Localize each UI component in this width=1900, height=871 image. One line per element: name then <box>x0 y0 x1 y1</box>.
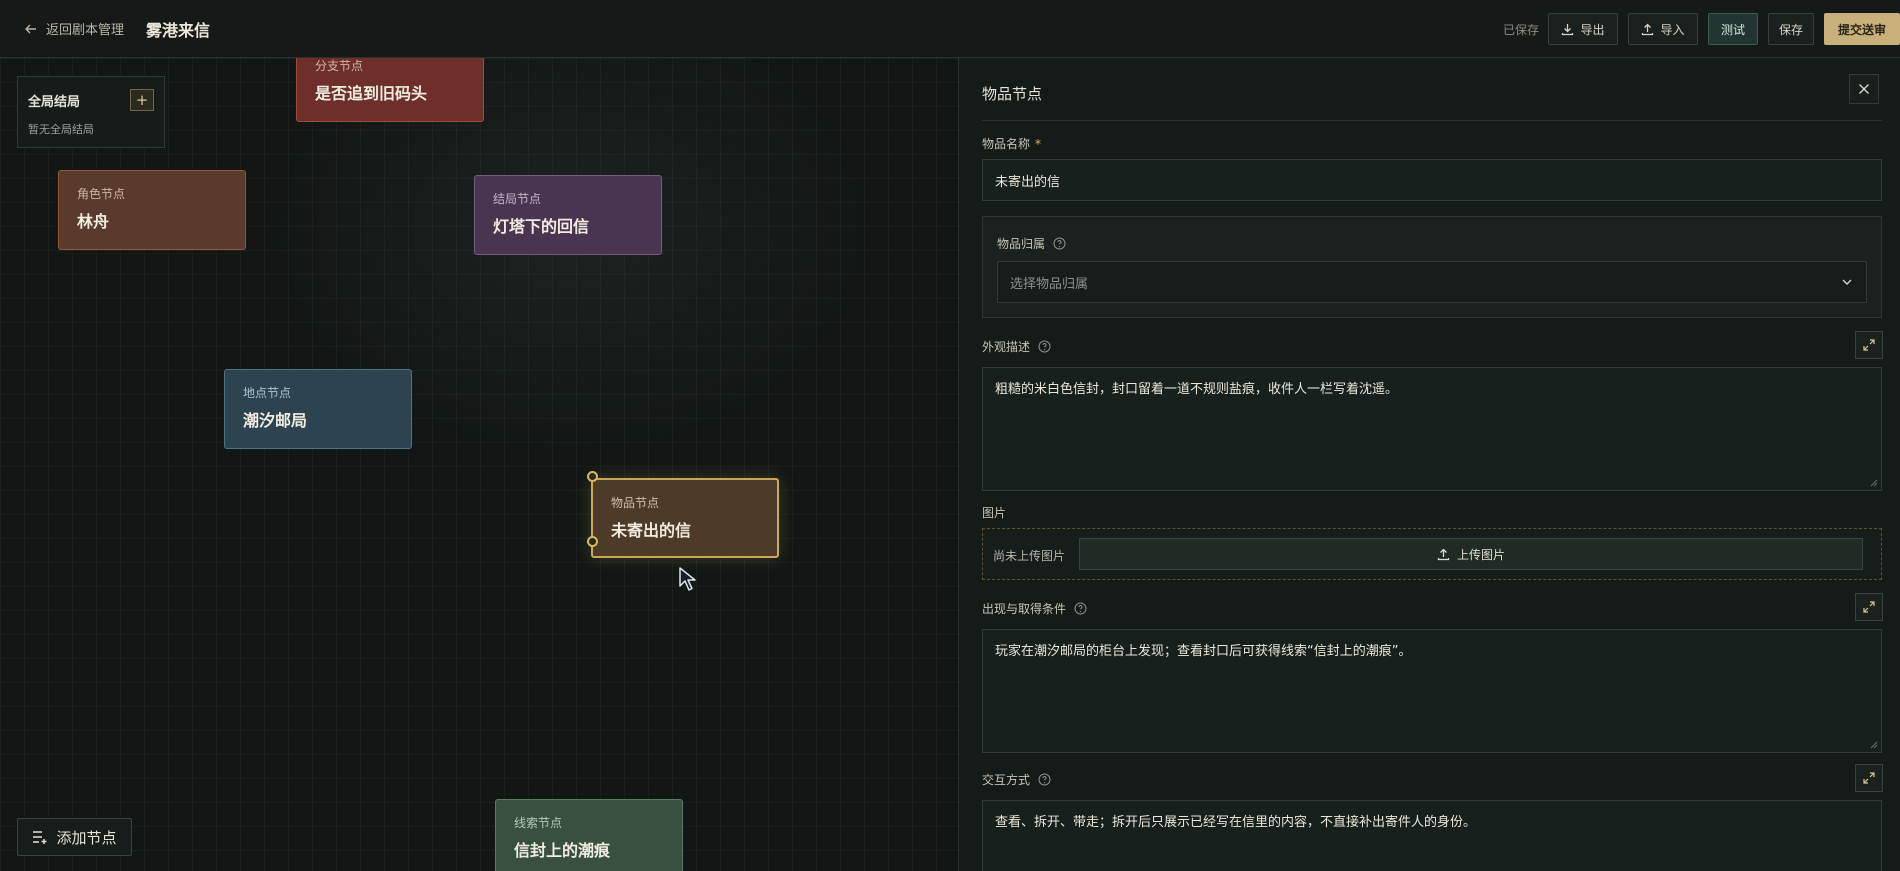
list-add-icon <box>33 831 47 844</box>
export-button[interactable]: 导出 <box>1548 13 1618 45</box>
close-icon <box>1859 84 1869 94</box>
node-clue[interactable]: 线索节点 信封上的潮痕 <box>495 799 683 871</box>
node-character[interactable]: 角色节点 林舟 <box>58 170 246 250</box>
item-owner-label-text: 物品归属 <box>997 237 1046 251</box>
node-name: 是否追到旧码头 <box>315 84 428 103</box>
node-location[interactable]: 地点节点 潮汐邮局 <box>224 369 412 449</box>
add-node-button[interactable]: 添加节点 <box>17 818 132 856</box>
node-type-label: 分支节点 <box>315 59 364 73</box>
back-link-label: 返回剧本管理 <box>46 23 125 38</box>
node-name: 灯塔下的回信 <box>493 217 590 236</box>
mouse-cursor-icon <box>679 567 696 591</box>
upload-image-label: 上传图片 <box>1456 547 1505 562</box>
close-panel-button[interactable] <box>1849 74 1879 104</box>
image-label-text: 图片 <box>982 506 1007 520</box>
help-icon[interactable] <box>1038 773 1051 786</box>
panel-header-divider <box>982 120 1882 121</box>
back-to-script-management-link[interactable]: 返回剧本管理 <box>24 19 124 38</box>
upload-image-button[interactable]: 上传图片 <box>1079 538 1863 570</box>
item-name-label: 物品名称 * <box>982 135 1041 152</box>
node-resize-handle-top-left[interactable] <box>587 471 598 482</box>
node-type-label: 结局节点 <box>493 192 542 206</box>
required-mark: * <box>1035 136 1042 151</box>
submit-review-button[interactable]: 提交送审 <box>1824 13 1900 45</box>
expand-icon <box>1863 772 1875 784</box>
node-name: 林舟 <box>77 212 110 231</box>
expand-icon <box>1863 601 1875 613</box>
expand-icon <box>1863 339 1875 351</box>
image-label: 图片 <box>982 504 1006 521</box>
interaction-value: 查看、拆开、带走；拆开后只展示已经写在信里的内容，不直接补出寄件人的身份。 <box>995 815 1477 830</box>
panel-title: 物品节点 <box>982 85 1043 103</box>
top-bar: 返回剧本管理 雾港来信 已保存 导出 导入 测试 保存 提交送审 <box>0 0 1900 58</box>
node-resize-handle-bottom-left[interactable] <box>587 536 598 547</box>
appearance-textarea[interactable]: 粗糙的米白色信封，封口留着一道不规则盐痕，收件人一栏写着沈遥。 <box>982 367 1882 491</box>
chevron-down-icon <box>1842 279 1852 285</box>
item-owner-placeholder: 选择物品归属 <box>1010 276 1089 292</box>
help-icon[interactable] <box>1038 340 1051 353</box>
node-name: 潮汐邮局 <box>243 411 308 430</box>
expand-appearance-button[interactable] <box>1855 331 1883 359</box>
appearance-value: 粗糙的米白色信封，封口留着一道不规则盐痕，收件人一栏写着沈遥。 <box>995 382 1399 397</box>
upload-icon <box>1437 548 1450 560</box>
interaction-label-text: 交互方式 <box>982 773 1031 787</box>
node-type-label: 线索节点 <box>514 816 563 830</box>
arrow-left-icon <box>25 24 36 33</box>
resize-grip-icon[interactable] <box>1870 741 1878 749</box>
node-name: 信封上的潮痕 <box>514 841 611 860</box>
node-canvas[interactable]: 全局结局 + 暂无全局结局 分支节点 是否追到旧码头 角色节点 林舟 结局节点 … <box>0 58 958 871</box>
node-type-label: 地点节点 <box>243 386 292 400</box>
global-endings-empty-text: 暂无全局结局 <box>28 123 94 136</box>
help-icon[interactable] <box>1053 237 1066 250</box>
appearance-label: 外观描述 <box>982 338 1051 355</box>
save-button[interactable]: 保存 <box>1768 13 1814 45</box>
add-node-label: 添加节点 <box>56 828 117 847</box>
global-endings-title: 全局结局 <box>28 95 81 110</box>
no-image-text: 尚未上传图片 <box>993 549 1066 563</box>
image-upload-area: 尚未上传图片 上传图片 <box>982 528 1882 580</box>
node-type-label: 角色节点 <box>77 187 126 201</box>
condition-label-text: 出现与取得条件 <box>982 602 1067 616</box>
item-name-value: 未寄出的信 <box>995 174 1061 190</box>
interaction-textarea[interactable]: 查看、拆开、带走；拆开后只展示已经写在信里的内容，不直接补出寄件人的身份。 <box>982 800 1882 871</box>
item-owner-select[interactable]: 选择物品归属 <box>997 261 1867 303</box>
upload-icon <box>1642 23 1654 35</box>
expand-condition-button[interactable] <box>1855 593 1883 621</box>
add-global-ending-button[interactable]: + <box>130 89 154 111</box>
node-name: 未寄出的信 <box>611 521 692 540</box>
toolbar-actions: 已保存 导出 导入 测试 保存 提交送审 <box>1503 0 1900 58</box>
node-type-label: 物品节点 <box>611 496 660 510</box>
help-icon[interactable] <box>1074 602 1087 615</box>
item-owner-section: 物品归属 选择物品归属 <box>982 216 1882 318</box>
download-icon <box>1562 23 1574 35</box>
item-name-input[interactable]: 未寄出的信 <box>982 159 1882 201</box>
condition-textarea[interactable]: 玩家在潮汐邮局的柜台上发现；查看封口后可获得线索“信封上的潮痕”。 <box>982 629 1882 753</box>
global-endings-box: 全局结局 + 暂无全局结局 <box>17 76 165 148</box>
item-owner-label: 物品归属 <box>997 235 1066 252</box>
node-properties-panel: 物品节点 物品名称 * 未寄出的信 物品归属 选择物品归属 外观描述 粗糙的米白… <box>959 58 1900 871</box>
import-label: 导入 <box>1660 22 1685 37</box>
condition-value: 玩家在潮汐邮局的柜台上发现；查看封口后可获得线索“信封上的潮痕”。 <box>995 644 1412 659</box>
test-button[interactable]: 测试 <box>1708 13 1758 45</box>
script-title: 雾港来信 <box>146 20 211 40</box>
appearance-label-text: 外观描述 <box>982 340 1031 354</box>
node-ending[interactable]: 结局节点 灯塔下的回信 <box>474 175 662 255</box>
condition-label: 出现与取得条件 <box>982 600 1087 617</box>
saved-status: 已保存 <box>1502 22 1539 37</box>
resize-grip-icon[interactable] <box>1870 479 1878 487</box>
node-item-selected[interactable]: 物品节点 未寄出的信 <box>591 478 779 558</box>
item-name-label-text: 物品名称 <box>982 137 1031 151</box>
expand-interaction-button[interactable] <box>1855 764 1883 792</box>
interaction-label: 交互方式 <box>982 771 1051 788</box>
import-button[interactable]: 导入 <box>1628 13 1698 45</box>
node-branch[interactable]: 分支节点 是否追到旧码头 <box>296 58 484 122</box>
export-label: 导出 <box>1580 22 1605 37</box>
